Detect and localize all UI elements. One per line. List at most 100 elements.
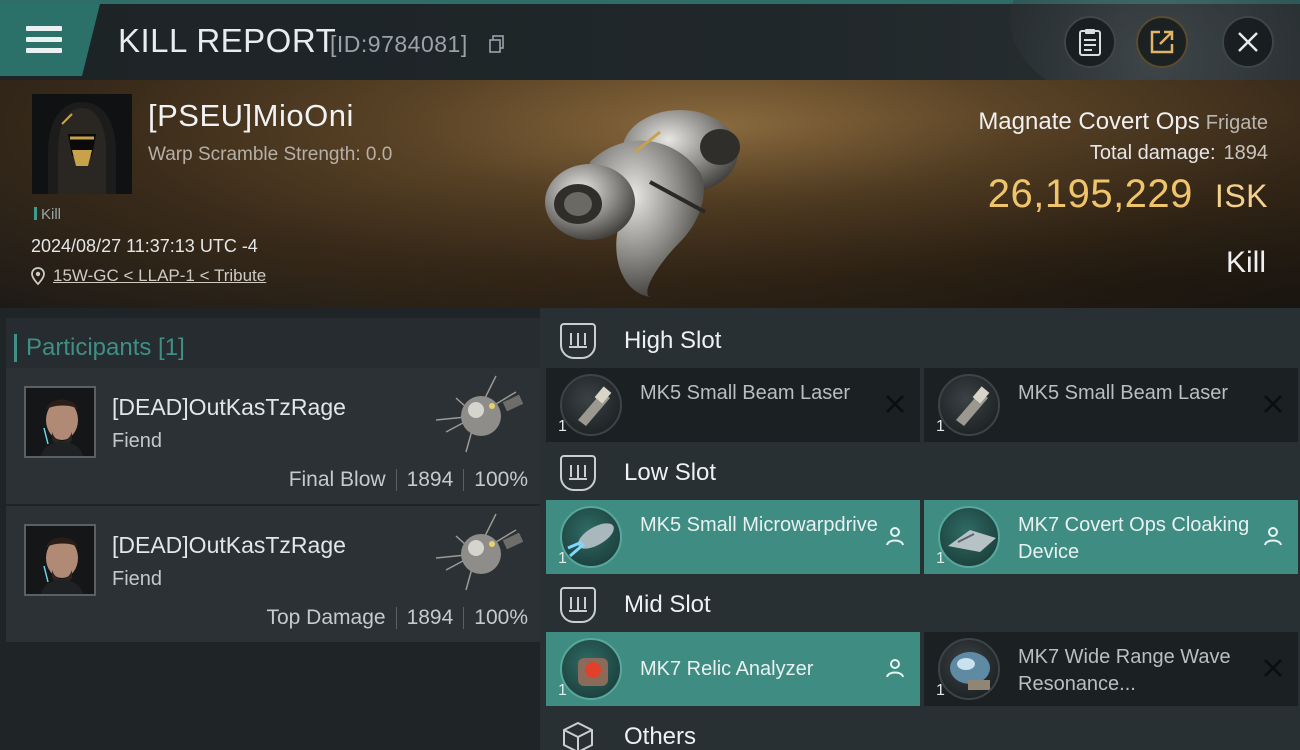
participant-card[interactable]: [DEAD]OutKasTzRage Fiend Top Damage 1894… [6,506,540,642]
hamburger-icon [26,26,62,59]
high-slot-icon [560,323,596,359]
result-label: Kill [1225,246,1266,279]
close-icon [1238,32,1258,52]
module-name: MK5 Small Microwarpdrive [640,514,878,536]
fittings-panel: High Slot 1 MK5 Small Beam Laser 1 MK5 S… [540,308,1300,750]
stat-divider [463,469,465,491]
victim-avatar[interactable] [32,94,132,194]
module-name: MK5 Small Beam Laser [1018,382,1229,404]
victim-ship-image [545,110,740,297]
mid-slot-header: Mid Slot [550,580,711,630]
relic-analyzer-icon [560,638,622,700]
participants-title: Participants [1] [14,334,185,362]
high-slot-label: High Slot [624,327,722,354]
participant-ship-image [435,513,524,591]
participant-role: Top Damage [266,606,386,629]
man-portrait [26,388,94,456]
destroyed-icon [886,395,904,413]
ship-class: Frigate [1205,112,1268,134]
total-damage-value: 1894 [1223,142,1269,164]
module-quantity: 1 [558,418,567,435]
location-pin-icon [31,267,45,285]
victim-name[interactable]: [PSEU]MioOni [148,98,354,134]
share-button[interactable] [1136,16,1188,68]
participants-header[interactable]: Participants [1] [6,318,540,374]
mid-slot-label: Mid Slot [624,591,711,618]
participant-percent: 100% [474,606,528,629]
module-name: MK7 Wide Range Wave Resonance... [1018,646,1231,695]
clipboard-icon [1079,29,1101,56]
others-label: Others [624,723,697,750]
module-quantity: 1 [936,418,945,435]
microwarpdrive-icon [560,506,622,568]
module-item[interactable]: 1 MK5 Small Microwarpdrive [546,500,920,574]
module-item[interactable]: 1 MK7 Wide Range Wave Resonance... [924,632,1298,706]
man-portrait [26,526,94,594]
participant-role: Final Blow [288,468,386,491]
module-item[interactable]: 1 MK7 Covert Ops Cloaking Device [924,500,1298,574]
copy-icon[interactable] [489,35,505,53]
participants-panel: Participants [1] [DEAD]OutKasTzRage Fien… [0,308,540,750]
wave-resonance-icon [938,638,1000,700]
victim-ship-name[interactable]: Magnate Covert Ops Frigate [978,108,1268,136]
participant-damage: 1894 [406,606,454,629]
module-item[interactable]: 1 MK5 Small Beam Laser [546,368,920,442]
stat-divider [395,469,397,491]
participant-ship-image [435,375,524,453]
mid-slot-icon [560,587,596,623]
low-slot-header: Low Slot [550,448,716,498]
isk-value: 26,195,229 ISK [988,172,1268,217]
close-button[interactable] [1222,16,1274,68]
header-bar: KILL REPORT [ID:9784081] [0,0,1300,80]
share-icon [1150,30,1174,54]
module-name: MK7 Covert Ops Cloaking Device [1018,514,1250,563]
participant-stats: Final Blow 1894 100% [289,468,528,492]
module-quantity: 1 [558,682,567,699]
ship-name-text: Magnate Covert Ops [978,108,1200,135]
report-id: [ID:9784081] [330,31,468,57]
warp-scramble-strength: Warp Scramble Strength: 0.0 [148,144,393,165]
stat-divider [395,607,397,629]
cloaking-device-icon [938,506,1000,568]
module-quantity: 1 [936,550,945,567]
participant-card[interactable]: [DEAD]OutKasTzRage Fiend Final Blow 1894… [6,368,540,504]
module-item[interactable]: 1 MK7 Relic Analyzer [546,632,920,706]
participant-avatar [24,524,96,596]
menu-button[interactable] [0,4,100,76]
isk-unit: ISK [1214,178,1268,214]
location-link[interactable]: 15W-GC < LLAP-1 < Tribute [53,266,266,286]
module-name: MK5 Small Beam Laser [640,382,851,404]
person-icon [886,659,904,678]
participant-name: [DEAD]OutKasTzRage [112,394,346,420]
participant-name: [DEAD]OutKasTzRage [112,532,346,558]
total-damage-label: Total damage: [1089,142,1216,164]
participant-stats: Top Damage 1894 100% [266,606,528,630]
kill-tag: Kill [34,206,61,223]
participant-damage: 1894 [406,468,454,491]
participant-percent: 100% [474,468,528,491]
module-quantity: 1 [558,550,567,567]
clipboard-button[interactable] [1064,16,1116,68]
participant-avatar [24,386,96,458]
total-damage: Total damage: 1894 [1090,142,1268,165]
high-slot-header: High Slot [550,316,721,366]
module-item[interactable]: 1 MK5 Small Beam Laser [924,368,1298,442]
beam-laser-icon [938,374,1000,436]
cube-icon [563,721,593,750]
isk-amount: 26,195,229 [987,172,1193,216]
destroyed-icon [1264,659,1282,677]
page-title: KILL REPORT [118,22,337,59]
destroyed-icon [1264,395,1282,413]
others-header: Others [550,712,696,750]
kill-location[interactable]: 15W-GC < LLAP-1 < Tribute [31,266,266,286]
low-slot-label: Low Slot [624,459,717,486]
module-name: MK7 Relic Analyzer [640,658,814,680]
kill-datetime: 2024/08/27 11:37:13 UTC -4 [31,236,258,256]
hooded-pilot-portrait [32,94,132,194]
participant-corp: Fiend [112,568,163,590]
stat-divider [463,607,465,629]
low-slot-icon [560,455,596,491]
module-quantity: 1 [936,682,945,699]
victim-banner: [PSEU]MioOni Warp Scramble Strength: 0.0… [0,80,1300,308]
person-icon [886,527,904,546]
